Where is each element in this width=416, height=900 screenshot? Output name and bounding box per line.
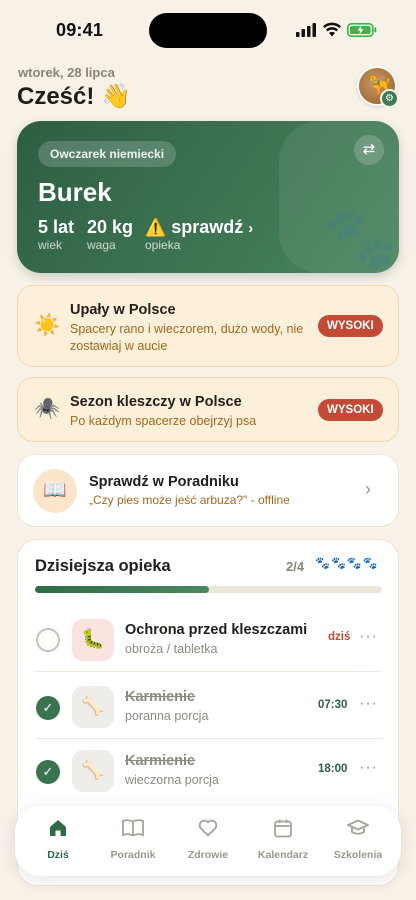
home-icon: [20, 818, 96, 840]
task-row[interactable]: ✓ 🦴 Karmienie poranna porcja 07:30 ···: [18, 676, 398, 738]
task-time: 07:30: [318, 699, 348, 711]
care-progress-fill: [35, 586, 209, 593]
tab-guide[interactable]: Poradnik: [95, 818, 171, 861]
tab-label: Dziś: [47, 849, 69, 861]
alert-title: Sezon kleszczy w Polsce: [70, 394, 242, 410]
paw-filled-icon: 🐾: [330, 556, 347, 570]
settings-gear-icon[interactable]: ⚙: [380, 89, 399, 108]
status-time: 09:41: [56, 20, 104, 40]
bone-icon: 🦴: [72, 686, 114, 728]
tab-training[interactable]: Szkolenia: [320, 818, 396, 861]
divider: [35, 738, 382, 739]
pet-card[interactable]: 🐾 Owczarek niemiecki ⇄ Burek 5 lat wiek …: [17, 121, 399, 273]
more-options-icon[interactable]: ···: [359, 695, 378, 713]
care-value: sprawdź: [171, 217, 244, 237]
task-checkbox-checked[interactable]: ✓: [36, 696, 60, 720]
more-options-icon[interactable]: ···: [359, 628, 378, 646]
age-label: wiek: [38, 238, 63, 252]
guide-card[interactable]: 📖 Sprawdź w Poradniku „Czy pies może jeś…: [17, 454, 399, 527]
alert-title: Upały w Polsce: [70, 302, 176, 318]
task-time: 18:00: [318, 763, 348, 775]
switch-pet-icon[interactable]: ⇄: [354, 135, 384, 165]
task-title: Karmienie: [125, 689, 196, 705]
severity-badge: WYSOKI: [318, 399, 383, 421]
guide-title: Sprawdź w Poradniku: [89, 474, 239, 490]
alert-text: Po każdym spacerze obejrzyj psa: [70, 414, 257, 428]
task-title: Karmienie: [125, 753, 196, 769]
guide-subtitle: „Czy pies może jeść arbuza?" - offline: [89, 493, 290, 507]
cellular-signal-icon: [296, 23, 316, 37]
task-title: Ochrona przed kleszczami: [125, 622, 308, 638]
task-subtitle: obroża / tabletka: [125, 642, 218, 656]
bone-icon: 🦴: [72, 750, 114, 792]
alert-text: Spacery rano i wieczorem, dużo wody, nie…: [70, 322, 304, 353]
paw-filled-icon: 🐾: [315, 556, 331, 570]
divider: [35, 671, 382, 672]
spider-icon: 🕷️: [34, 397, 61, 420]
book-icon: [95, 818, 171, 840]
tab-label: Szkolenia: [333, 849, 383, 861]
tick-icon: 🐛: [72, 619, 114, 661]
current-date: wtorek, 28 lipca: [18, 65, 115, 80]
warning-icon: ⚠️: [145, 218, 167, 237]
tab-health[interactable]: Zdrowie: [170, 818, 246, 861]
greeting-title: Cześć! 👋: [17, 83, 131, 110]
wifi-icon: [323, 22, 341, 37]
more-options-icon[interactable]: ···: [359, 759, 378, 777]
heat-alert-card[interactable]: ☀️ Upały w Polsce Spacery rano i wieczor…: [17, 285, 399, 367]
tab-calendar[interactable]: Kalendarz: [245, 818, 321, 861]
heart-icon: [170, 818, 246, 840]
paw-watermark-icon: 🐾: [323, 205, 398, 272]
care-title: Dzisiejsza opieka: [35, 557, 171, 575]
weight-stat: 20 kg waga: [87, 217, 133, 252]
tick-season-alert-card[interactable]: 🕷️ Sezon kleszczy w Polsce Po każdym spa…: [17, 377, 399, 442]
breed-chip: Owczarek niemiecki: [38, 141, 177, 167]
calendar-icon: [245, 818, 321, 840]
care-label: opieka: [145, 238, 181, 252]
graduation-cap-icon: [320, 818, 396, 840]
care-stat[interactable]: ⚠️ sprawdź › opieka: [145, 217, 253, 252]
age-value: 5 lat: [38, 217, 75, 237]
pet-name: Burek: [38, 177, 112, 207]
task-checkbox[interactable]: [36, 628, 60, 652]
care-progress-count: 2/4: [286, 559, 305, 574]
paw-empty-icon: 🐾: [362, 556, 379, 570]
chevron-right-icon: ›: [365, 479, 371, 499]
weight-value: 20 kg: [87, 217, 134, 237]
status-bar: 09:41: [0, 0, 416, 56]
task-subtitle: wieczorna porcja: [125, 773, 219, 787]
task-row[interactable]: 🐛 Ochrona przed kleszczami obroża / tabl…: [18, 610, 398, 672]
paw-empty-icon: 🐾: [346, 556, 363, 570]
tab-label: Poradnik: [110, 849, 156, 861]
task-checkbox-checked[interactable]: ✓: [36, 760, 60, 784]
task-time: dziś: [328, 631, 351, 643]
weight-label: waga: [87, 238, 116, 252]
task-row[interactable]: ✓ 🦴 Karmienie wieczorna porcja 18:00 ···: [18, 743, 398, 805]
tab-today[interactable]: Dziś: [20, 818, 96, 861]
chevron-right-icon: ›: [248, 220, 254, 237]
battery-charging-icon: [347, 23, 377, 37]
age-stat: 5 lat wiek: [38, 217, 74, 252]
dynamic-island: [149, 13, 267, 48]
book-icon: 📖: [33, 469, 77, 513]
severity-badge: WYSOKI: [318, 315, 383, 337]
care-progress-bar: [35, 586, 382, 593]
tab-label: Zdrowie: [187, 849, 229, 861]
bottom-tab-bar: Dziś Poradnik Zdrowie Kalendarz Szkoleni…: [15, 806, 401, 876]
paw-progress-indicator: 🐾🐾🐾🐾: [315, 556, 379, 570]
tab-label: Kalendarz: [257, 849, 309, 861]
sun-icon: ☀️: [34, 314, 61, 337]
task-subtitle: poranna porcja: [125, 709, 209, 723]
